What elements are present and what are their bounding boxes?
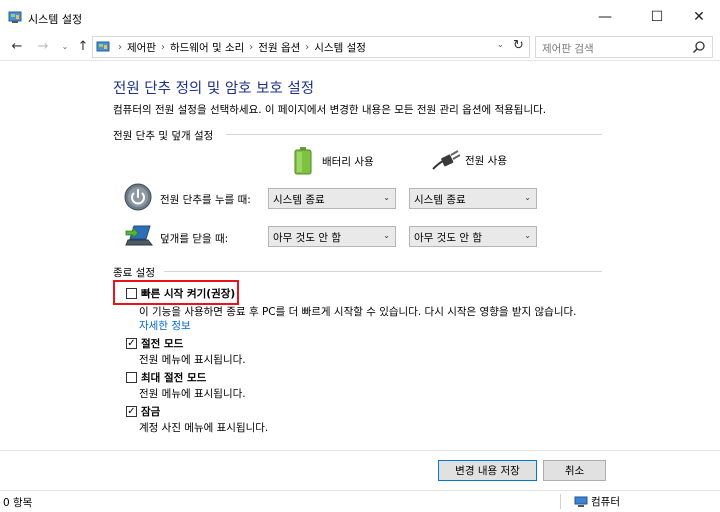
page-subtitle: 컴퓨터의 전원 설정을 선택하세요. 이 페이지에서 변경한 내용은 모든 전원…	[113, 104, 547, 116]
power-button-battery-select[interactable]: 시스템 종료 ⌄	[268, 188, 396, 209]
checkbox-mark: ✓	[127, 338, 136, 349]
chevron-down-icon: ⌄	[383, 193, 390, 202]
chevron-down-icon: ⌄	[497, 40, 504, 49]
maximize-icon: ☐	[650, 9, 664, 25]
search-placeholder: 제어판 검색	[542, 43, 594, 55]
search-icon	[692, 41, 705, 54]
power-section-label: 전원 단추 및 덮개 설정	[113, 130, 214, 142]
back-arrow-icon: ←	[11, 38, 23, 54]
up-arrow-icon: ↑	[77, 38, 89, 54]
chevron-down-icon: ⌄	[524, 231, 531, 240]
laptop-lid-icon	[125, 225, 154, 246]
breadcrumb-separator[interactable]: ›	[305, 42, 309, 53]
chevron-down-icon: ⌄	[524, 193, 531, 202]
location-label: 컴퓨터	[591, 496, 620, 508]
select-value: 아무 것도 안 함	[273, 232, 341, 244]
lock-label: 잠금	[141, 406, 161, 418]
control-panel-icon	[96, 41, 110, 52]
column-header-battery: 배터리 사용	[292, 147, 374, 175]
hibernate-label: 최대 절전 모드	[141, 372, 207, 384]
section-divider	[164, 271, 602, 272]
power-button-plugged-select[interactable]: 시스템 종료 ⌄	[409, 188, 537, 209]
forward-button[interactable]: →	[34, 37, 52, 55]
select-value: 아무 것도 안 함	[414, 232, 482, 244]
breadcrumb-item-system-settings[interactable]: 시스템 설정	[314, 40, 366, 55]
status-bar: 0 항목 컴퓨터	[0, 490, 720, 512]
lock-checkbox[interactable]: ✓	[126, 406, 137, 417]
recent-locations-button[interactable]: ⌄	[56, 37, 74, 55]
breadcrumb-item-control-panel[interactable]: 제어판	[127, 40, 156, 55]
close-icon: ✕	[693, 9, 705, 25]
address-bar[interactable]: › 제어판 › 하드웨어 및 소리 › 전원 옵션 › 시스템 설정 ⌄ ↻	[92, 36, 530, 58]
power-button-icon	[124, 183, 152, 211]
breadcrumb-separator[interactable]: ›	[161, 42, 165, 53]
back-button[interactable]: ←	[8, 37, 26, 55]
column-header-plugged: 전원 사용	[431, 149, 507, 171]
battery-column-label: 배터리 사용	[322, 155, 374, 168]
sleep-label: 절전 모드	[141, 338, 184, 350]
item-count: 0 항목	[3, 497, 33, 509]
save-changes-button[interactable]: 변경 내용 저장	[438, 460, 537, 481]
hibernate-checkbox[interactable]	[126, 372, 137, 383]
power-plug-icon	[432, 150, 461, 170]
chevron-down-icon: ⌄	[383, 231, 390, 240]
close-button[interactable]: ✕	[676, 0, 720, 34]
shutdown-section-label: 종료 설정	[113, 267, 155, 279]
checkbox-mark: ✓	[127, 406, 136, 417]
status-divider	[560, 494, 561, 509]
up-button[interactable]: ↑	[74, 37, 92, 55]
fast-startup-label: 빠른 시작 켜기(권장)	[141, 288, 236, 300]
address-dropdown-button[interactable]: ⌄	[497, 40, 504, 49]
lid-close-label: 덮개를 닫을 때:	[160, 233, 229, 245]
status-location: 컴퓨터	[574, 494, 620, 509]
breadcrumb-item-hardware-sound[interactable]: 하드웨어 및 소리	[170, 40, 244, 55]
lid-close-plugged-select[interactable]: 아무 것도 안 함 ⌄	[409, 226, 537, 247]
lid-close-battery-select[interactable]: 아무 것도 안 함 ⌄	[268, 226, 396, 247]
fast-startup-checkbox[interactable]	[126, 288, 137, 299]
control-panel-icon	[8, 11, 22, 23]
select-value: 시스템 종료	[414, 194, 466, 206]
minimize-button[interactable]: —	[582, 0, 628, 34]
forward-arrow-icon: →	[37, 38, 49, 54]
footer-divider	[0, 450, 720, 451]
title-bar: 시스템 설정 — ☐ ✕	[0, 0, 720, 34]
plugged-column-label: 전원 사용	[465, 154, 507, 167]
learn-more-link[interactable]: 자세한 정보	[139, 318, 191, 333]
search-input[interactable]: 제어판 검색	[535, 36, 713, 58]
power-button-label: 전원 단추를 누를 때:	[160, 194, 251, 206]
navigation-bar: ← → ⌄ ↑ › 제어판 › 하드웨어 및 소리 › 전원 옵션 › 시스템 …	[0, 34, 720, 60]
breadcrumb-separator: ›	[118, 42, 122, 53]
hibernate-description: 전원 메뉴에 표시됩니다.	[139, 388, 246, 400]
breadcrumb-separator[interactable]: ›	[249, 42, 253, 53]
chevron-down-icon: ⌄	[61, 41, 69, 51]
refresh-button[interactable]: ↻	[513, 38, 524, 53]
computer-icon	[574, 496, 588, 507]
sleep-checkbox[interactable]: ✓	[126, 338, 137, 349]
sleep-description: 전원 메뉴에 표시됩니다.	[139, 354, 246, 366]
refresh-icon: ↻	[513, 38, 524, 53]
breadcrumb-item-power-options[interactable]: 전원 옵션	[258, 40, 300, 55]
cancel-button[interactable]: 취소	[543, 460, 606, 481]
page-title: 전원 단추 정의 및 암호 보호 설정	[113, 81, 315, 97]
section-divider	[226, 134, 602, 135]
fast-startup-description: 이 기능을 사용하면 종료 후 PC를 더 빠르게 시작할 수 있습니다. 다시…	[139, 306, 577, 318]
battery-icon	[294, 147, 312, 175]
maximize-button[interactable]: ☐	[634, 0, 680, 34]
main-content: 전원 단추 정의 및 암호 보호 설정 컴퓨터의 전원 설정을 선택하세요. 이…	[0, 60, 720, 490]
minimize-icon: —	[598, 9, 612, 25]
lock-description: 계정 사진 메뉴에 표시됩니다.	[139, 422, 269, 434]
select-value: 시스템 종료	[273, 194, 325, 206]
breadcrumb: › 제어판 › 하드웨어 및 소리 › 전원 옵션 › 시스템 설정	[113, 40, 366, 55]
window-title: 시스템 설정	[28, 13, 83, 26]
